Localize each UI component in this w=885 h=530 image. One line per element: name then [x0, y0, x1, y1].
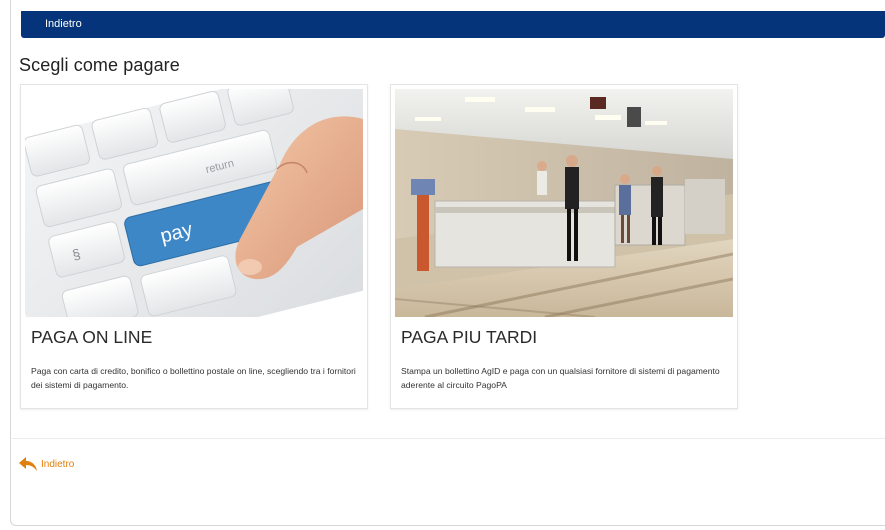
footer-back-link[interactable]: Indietro — [18, 455, 74, 473]
pay-online-card[interactable]: return § pay PAGA ON LINE Paga con carta… — [20, 84, 368, 409]
page-title: Scegli come pagare — [19, 55, 180, 75]
keyboard-pay-image: return § pay — [25, 89, 363, 317]
pay-later-title: PAGA PIU TARDI — [401, 327, 538, 347]
back-arrow-icon — [19, 457, 37, 471]
header-bar: Indietro — [21, 11, 885, 38]
section-divider — [12, 438, 885, 439]
pay-later-card[interactable]: PAGA PIU TARDI Stampa un bollettino AgID… — [390, 84, 738, 409]
header-back-link[interactable]: Indietro — [45, 18, 82, 30]
pay-online-title: PAGA ON LINE — [31, 327, 153, 347]
footer-back-label: Indietro — [41, 458, 75, 470]
pay-later-description: Stampa un bollettino AgID e paga con un … — [401, 366, 720, 390]
bank-counter-image — [395, 89, 733, 317]
pay-online-description: Paga con carta di credito, bonifico o bo… — [31, 366, 356, 390]
